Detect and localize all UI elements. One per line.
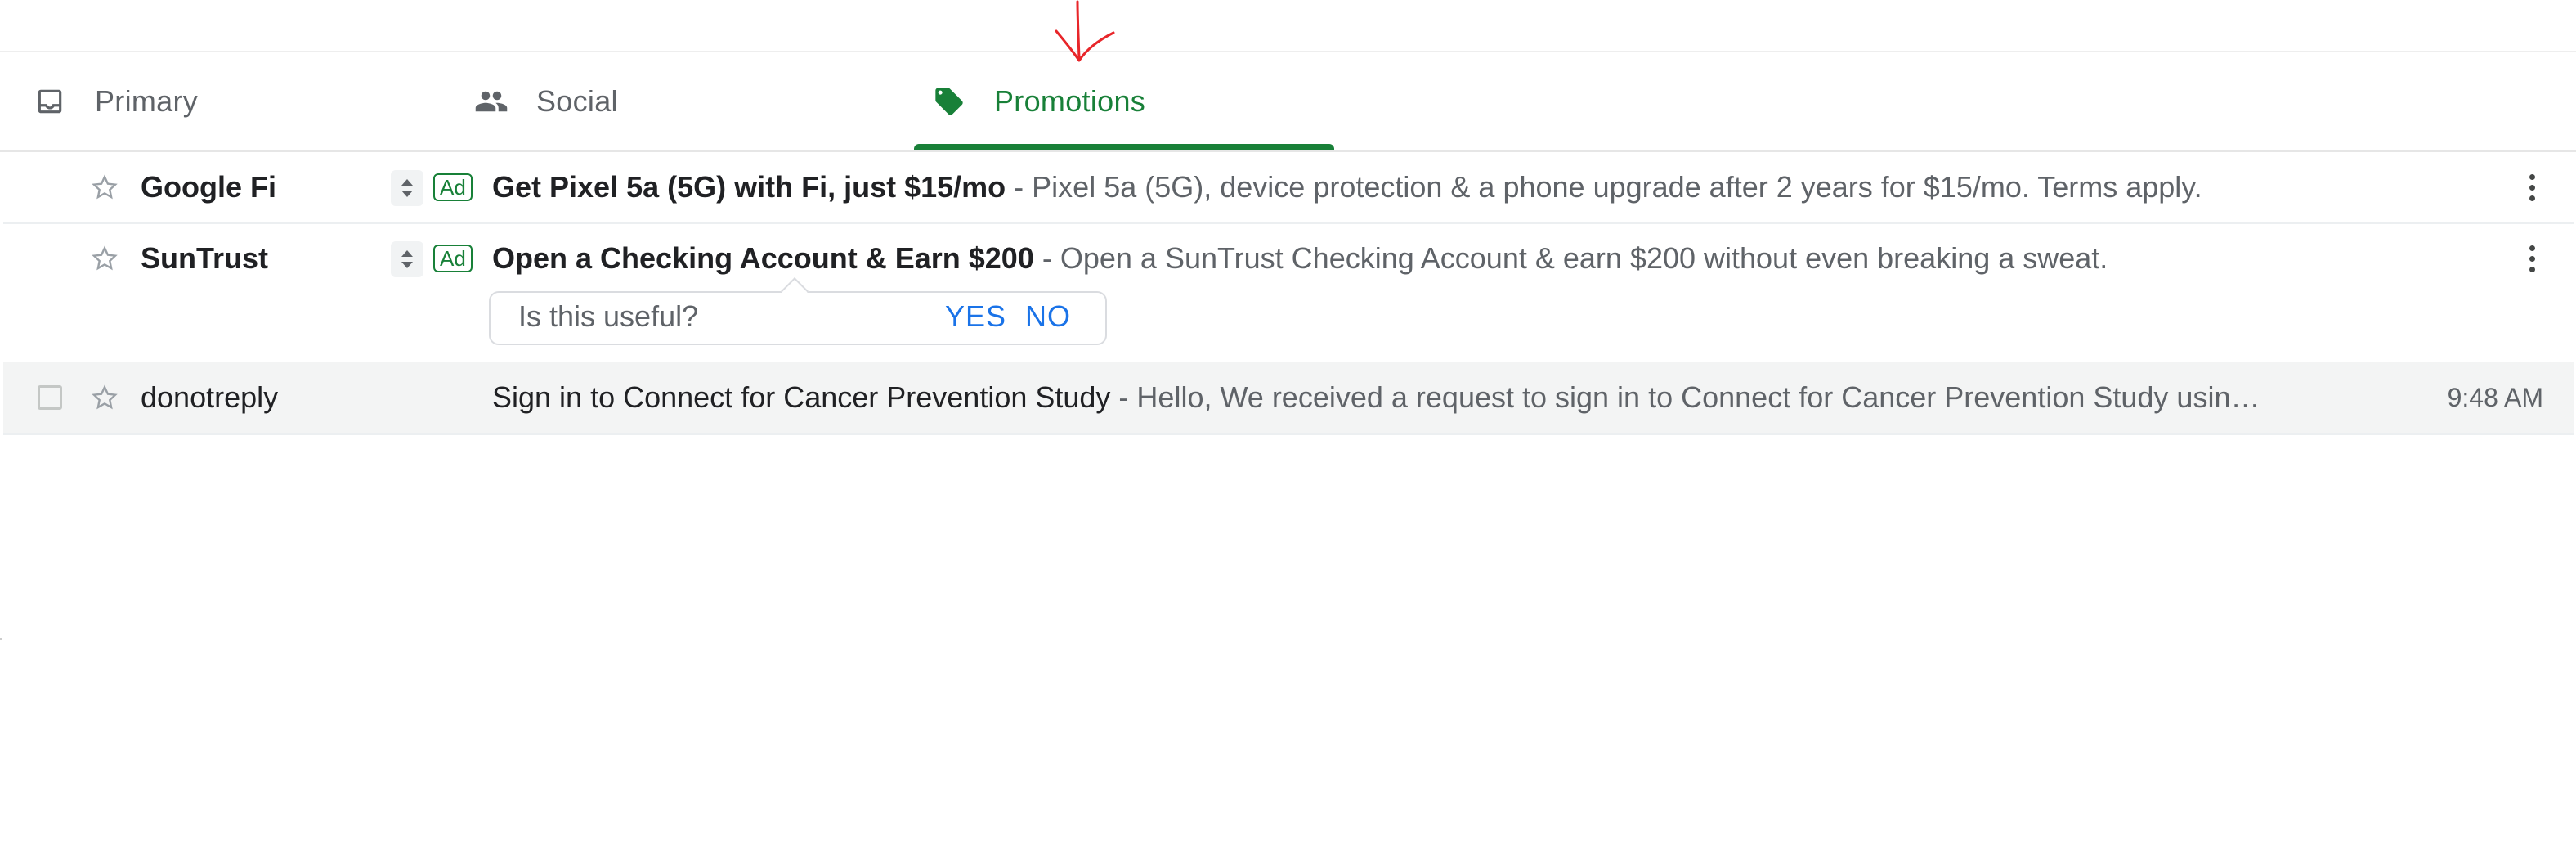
edge-mark	[0, 638, 2, 640]
tag-icon	[932, 84, 966, 119]
feedback-no-button[interactable]: NO	[1025, 299, 1071, 334]
select-checkbox[interactable]	[38, 385, 62, 410]
tab-promotions-label: Promotions	[994, 84, 1146, 118]
subject-separator: -	[1110, 380, 1137, 414]
ad-sort-arrows-icon[interactable]	[391, 241, 423, 277]
category-tabs: Primary Social Promotions	[0, 52, 2576, 150]
email-snippet: Open a SunTrust Checking Account & earn …	[1060, 241, 2108, 275]
email-summary: Sign in to Connect for Cancer Prevention…	[492, 380, 2372, 415]
subject-separator: -	[1006, 170, 1033, 204]
feedback-question: Is this useful?	[518, 299, 699, 333]
sender-name: donotreply	[141, 380, 279, 414]
more-options-icon[interactable]	[2520, 168, 2544, 207]
ad-row-google-fi[interactable]: Google Fi Ad Get Pixel 5a (5G) with Fi, …	[3, 152, 2574, 222]
tab-primary-label: Primary	[95, 84, 199, 118]
sender-name: Google Fi	[141, 170, 276, 204]
people-icon	[474, 84, 508, 119]
row-divider	[3, 433, 2574, 435]
active-tab-indicator	[914, 144, 1334, 150]
star-icon[interactable]	[88, 242, 121, 275]
ad-row-suntrust[interactable]: SunTrust Ad Open a Checking Account & Ea…	[3, 224, 2574, 362]
email-subject: Get Pixel 5a (5G) with Fi, just $15/mo	[492, 170, 1006, 204]
email-time: 9:48 AM	[2447, 383, 2543, 412]
tab-primary[interactable]: Primary	[33, 52, 450, 150]
email-subject: Open a Checking Account & Earn $200	[492, 241, 1034, 275]
inbox-icon	[33, 84, 67, 119]
star-icon[interactable]	[88, 381, 121, 414]
tab-social-label: Social	[536, 84, 618, 118]
ad-badge: Ad	[433, 173, 473, 201]
ad-sort-arrows-icon[interactable]	[391, 170, 423, 206]
tab-promotions[interactable]: Promotions	[914, 52, 1333, 150]
more-options-icon[interactable]	[2520, 239, 2544, 278]
email-snippet: Hello, We received a request to sign in …	[1136, 380, 2260, 414]
email-snippet: Pixel 5a (5G), device protection & a pho…	[1032, 170, 2202, 204]
subject-separator: -	[1033, 241, 1060, 275]
email-row-donotreply[interactable]: donotreply Sign in to Connect for Cancer…	[3, 362, 2574, 433]
ad-badge: Ad	[433, 245, 473, 272]
email-summary: Open a Checking Account & Earn $200 - Op…	[492, 241, 2471, 276]
email-summary: Get Pixel 5a (5G) with Fi, just $15/mo -…	[492, 170, 2471, 204]
sender-name: SunTrust	[141, 241, 269, 275]
star-icon[interactable]	[88, 171, 121, 204]
feedback-yes-button[interactable]: YES	[945, 299, 1006, 334]
email-subject: Sign in to Connect for Cancer Prevention…	[492, 380, 1111, 414]
tab-social[interactable]: Social	[474, 52, 891, 150]
